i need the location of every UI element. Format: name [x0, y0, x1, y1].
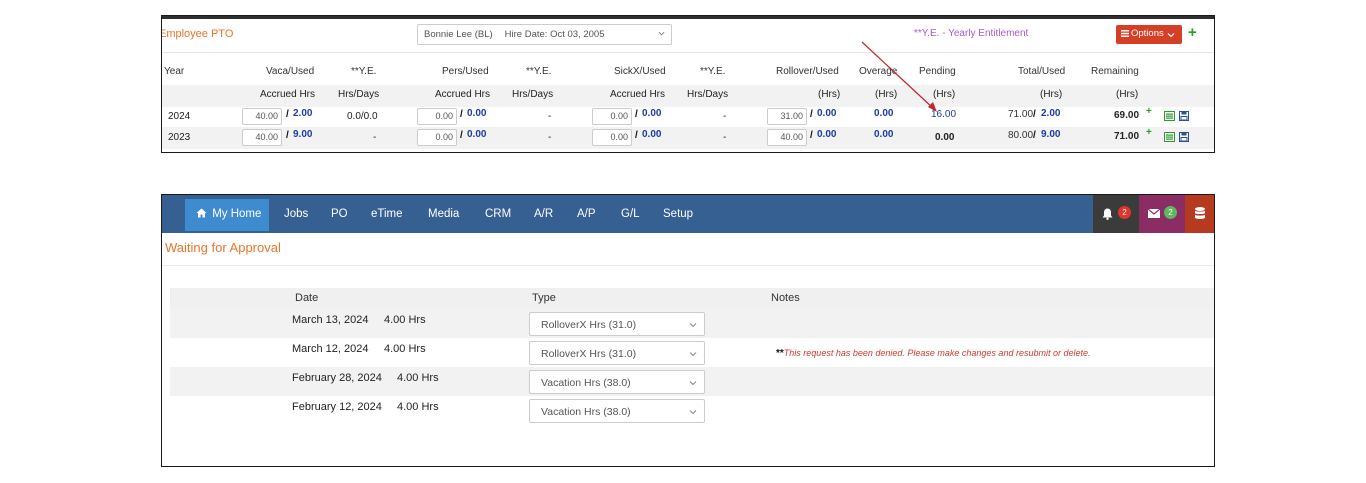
- type-select[interactable]: Vacation Hrs (38.0): [529, 370, 705, 394]
- note-prefix: **: [776, 348, 784, 359]
- type-select-value: RolloverX Hrs (31.0): [541, 348, 637, 360]
- notifications-button[interactable]: 2: [1093, 195, 1139, 233]
- pto-panel: Employee PTO Bonnie Lee (BL) Hire Date: O…: [161, 15, 1215, 153]
- col-notes: Notes: [771, 292, 800, 304]
- top-nav: My Home Jobs PO eTime Media CRM A/R A/P …: [162, 195, 1214, 233]
- type-select[interactable]: RolloverX Hrs (31.0): [529, 312, 705, 336]
- nav-crm[interactable]: CRM: [485, 208, 511, 220]
- home-icon: [196, 208, 207, 218]
- col-type: Type: [532, 292, 556, 304]
- envelope-icon: [1148, 209, 1160, 218]
- chevron-down-icon: [689, 381, 697, 386]
- request-date: March 12, 2024: [292, 343, 369, 355]
- table-row: February 12, 2024 4.00 Hrs Vacation Hrs …: [170, 396, 1214, 425]
- type-select-value: Vacation Hrs (38.0): [541, 406, 631, 418]
- request-date: February 28, 2024: [292, 372, 382, 384]
- message-count-badge: 2: [1164, 206, 1177, 219]
- note-text: This request has been denied. Please mak…: [783, 348, 1091, 358]
- annotation-arrow: [861, 41, 937, 112]
- messages-button[interactable]: 2: [1139, 195, 1185, 233]
- nav-setup[interactable]: Setup: [663, 208, 693, 220]
- nav-my-home[interactable]: My Home: [185, 199, 269, 231]
- request-hours: 4.00 Hrs: [384, 314, 426, 326]
- request-date: February 12, 2024: [292, 401, 382, 413]
- nav-ar[interactable]: A/R: [534, 208, 553, 220]
- nav-gl[interactable]: G/L: [621, 208, 640, 220]
- table-row: March 12, 2024 4.00 Hrs RolloverX Hrs (3…: [170, 338, 1214, 367]
- nav-po[interactable]: PO: [331, 208, 348, 220]
- divider: [162, 265, 1214, 266]
- database-button[interactable]: [1185, 195, 1214, 233]
- nav-etime[interactable]: eTime: [371, 208, 403, 220]
- bell-icon: [1102, 208, 1113, 220]
- request-hours: 4.00 Hrs: [384, 343, 426, 355]
- request-hours: 4.00 Hrs: [397, 372, 439, 384]
- nav-media[interactable]: Media: [428, 208, 459, 220]
- notification-count-badge: 2: [1118, 206, 1131, 219]
- request-hours: 4.00 Hrs: [397, 401, 439, 413]
- type-select-value: RolloverX Hrs (31.0): [541, 319, 637, 331]
- type-select[interactable]: Vacation Hrs (38.0): [529, 399, 705, 423]
- type-select-value: Vacation Hrs (38.0): [541, 377, 631, 389]
- approval-table-header: Date Type Notes: [170, 288, 1214, 309]
- table-row: February 28, 2024 4.00 Hrs Vacation Hrs …: [170, 367, 1214, 396]
- type-select[interactable]: RolloverX Hrs (31.0): [529, 341, 705, 365]
- chevron-down-icon: [689, 352, 697, 357]
- table-row: March 13, 2024 4.00 Hrs RolloverX Hrs (3…: [170, 309, 1214, 338]
- page-title: Waiting for Approval: [165, 240, 281, 255]
- chevron-down-icon: [689, 410, 697, 415]
- col-date: Date: [295, 292, 319, 304]
- chevron-down-icon: [689, 323, 697, 328]
- approval-panel: My Home Jobs PO eTime Media CRM A/R A/P …: [161, 194, 1215, 467]
- request-date: March 13, 2024: [292, 314, 369, 326]
- denied-note: **This request has been denied. Please m…: [776, 348, 1091, 359]
- database-icon: [1195, 207, 1205, 219]
- nav-jobs[interactable]: Jobs: [284, 208, 308, 220]
- nav-ap[interactable]: A/P: [577, 208, 596, 220]
- nav-label: My Home: [212, 208, 262, 220]
